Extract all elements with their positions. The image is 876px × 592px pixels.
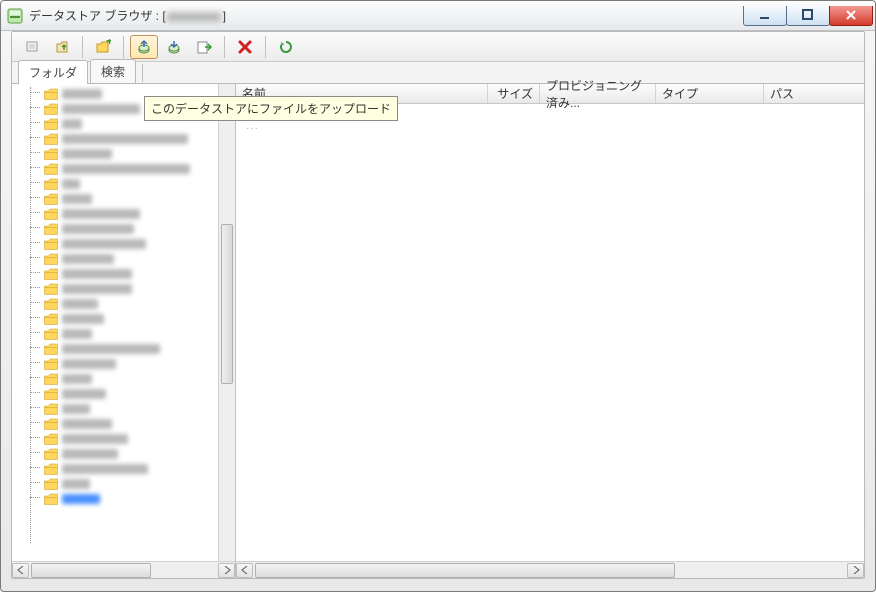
tree-item[interactable] xyxy=(16,356,235,371)
tree-item[interactable] xyxy=(16,431,235,446)
move-button[interactable] xyxy=(190,35,218,59)
column-size[interactable]: サイズ xyxy=(488,84,540,103)
tree-item[interactable] xyxy=(16,161,235,176)
nav-back-button[interactable] xyxy=(18,35,46,59)
nav-up-button[interactable] xyxy=(48,35,76,59)
tree-item-label xyxy=(62,194,92,204)
scrollbar-thumb[interactable] xyxy=(255,563,675,578)
titlebar: データストア ブラウザ : [] xyxy=(1,1,875,31)
close-button[interactable] xyxy=(829,6,873,26)
tree-item-label xyxy=(62,299,98,309)
tree-item-label xyxy=(62,269,132,279)
tree-item[interactable] xyxy=(16,401,235,416)
tree-item-label xyxy=(62,119,82,129)
tree-item[interactable] xyxy=(16,191,235,206)
tree-item-label xyxy=(62,134,188,144)
tab-search[interactable]: 検索 xyxy=(90,59,136,83)
tree-item[interactable] xyxy=(16,491,235,506)
tree-item-label xyxy=(62,149,112,159)
tree-item[interactable] xyxy=(16,341,235,356)
client-area: + フォルダ 検索 xyxy=(11,31,865,579)
tree-item-label xyxy=(62,89,102,99)
tree-item-label xyxy=(62,254,114,264)
download-button[interactable] xyxy=(160,35,188,59)
tree-item-label xyxy=(62,239,146,249)
tree-item-label xyxy=(62,224,134,234)
tree-item[interactable] xyxy=(16,446,235,461)
upload-tooltip: このデータストアにファイルをアップロード xyxy=(144,96,398,121)
tree-item[interactable] xyxy=(16,266,235,281)
folder-tree-pane xyxy=(12,84,236,578)
maximize-button[interactable] xyxy=(786,6,830,26)
tree-item[interactable] xyxy=(16,371,235,386)
new-folder-button[interactable]: + xyxy=(89,35,117,59)
tree-item[interactable] xyxy=(16,236,235,251)
tree-item[interactable] xyxy=(16,296,235,311)
tree-item-label xyxy=(62,464,148,474)
tree-item-label xyxy=(62,434,128,444)
tree-item-label xyxy=(62,359,116,369)
tree-horizontal-scrollbar[interactable] xyxy=(12,561,235,578)
tree-item[interactable] xyxy=(16,221,235,236)
tree-item[interactable] xyxy=(16,251,235,266)
tree-item-label xyxy=(62,179,80,189)
tree-item-label xyxy=(62,494,100,504)
tree-item-label xyxy=(62,389,106,399)
file-list-pane: 名前 サイズ プロビジョニング済み... タイプ パス ... xyxy=(236,84,864,578)
minimize-button[interactable] xyxy=(743,6,787,26)
window-title: データストア ブラウザ : [] xyxy=(29,7,227,24)
refresh-button[interactable] xyxy=(272,35,300,59)
scroll-left-button[interactable] xyxy=(12,563,29,578)
tree-item-label xyxy=(62,209,140,219)
tree-item-label xyxy=(62,329,92,339)
delete-button[interactable] xyxy=(231,35,259,59)
body-split: 名前 サイズ プロビジョニング済み... タイプ パス ... xyxy=(12,84,864,578)
tree-item-label xyxy=(62,374,92,384)
upload-button[interactable] xyxy=(130,35,158,59)
tree-item-label xyxy=(62,344,160,354)
tree-item-label xyxy=(62,419,112,429)
app-icon xyxy=(7,8,23,24)
tree-item-label xyxy=(62,164,190,174)
tab-folders[interactable]: フォルダ xyxy=(18,60,88,84)
tree-item-label xyxy=(62,479,90,489)
tree-item[interactable] xyxy=(16,146,235,161)
tab-strip: フォルダ 検索 xyxy=(12,62,864,84)
tree-item[interactable] xyxy=(16,176,235,191)
window: データストア ブラウザ : [] + xyxy=(0,0,876,592)
toolbar: + xyxy=(12,32,864,62)
tree-item[interactable] xyxy=(16,461,235,476)
scroll-right-button[interactable] xyxy=(218,563,235,578)
tree-item[interactable] xyxy=(16,476,235,491)
scrollbar-thumb[interactable] xyxy=(31,563,151,578)
folder-tree[interactable] xyxy=(12,84,235,561)
scroll-right-button[interactable] xyxy=(847,563,864,578)
tree-item[interactable] xyxy=(16,131,235,146)
column-provisioned[interactable]: プロビジョニング済み... xyxy=(540,84,656,103)
tree-item-label xyxy=(62,449,118,459)
tree-item-label xyxy=(62,314,104,324)
tree-item-label xyxy=(62,104,140,114)
file-list[interactable]: ... xyxy=(236,104,864,561)
column-path[interactable]: パス xyxy=(764,84,864,103)
scroll-left-button[interactable] xyxy=(236,563,253,578)
tree-item-label xyxy=(62,284,132,294)
scrollbar-thumb[interactable] xyxy=(221,224,233,384)
tree-item[interactable] xyxy=(16,326,235,341)
tree-vertical-scrollbar[interactable] xyxy=(218,84,235,562)
tree-item[interactable] xyxy=(16,206,235,221)
tree-item-label xyxy=(62,404,90,414)
tree-item[interactable] xyxy=(16,311,235,326)
svg-text:+: + xyxy=(106,39,111,48)
tree-item[interactable] xyxy=(16,386,235,401)
list-horizontal-scrollbar[interactable] xyxy=(236,561,864,578)
tree-item[interactable] xyxy=(16,416,235,431)
window-controls xyxy=(744,6,873,26)
column-type[interactable]: タイプ xyxy=(656,84,764,103)
tree-item[interactable] xyxy=(16,281,235,296)
